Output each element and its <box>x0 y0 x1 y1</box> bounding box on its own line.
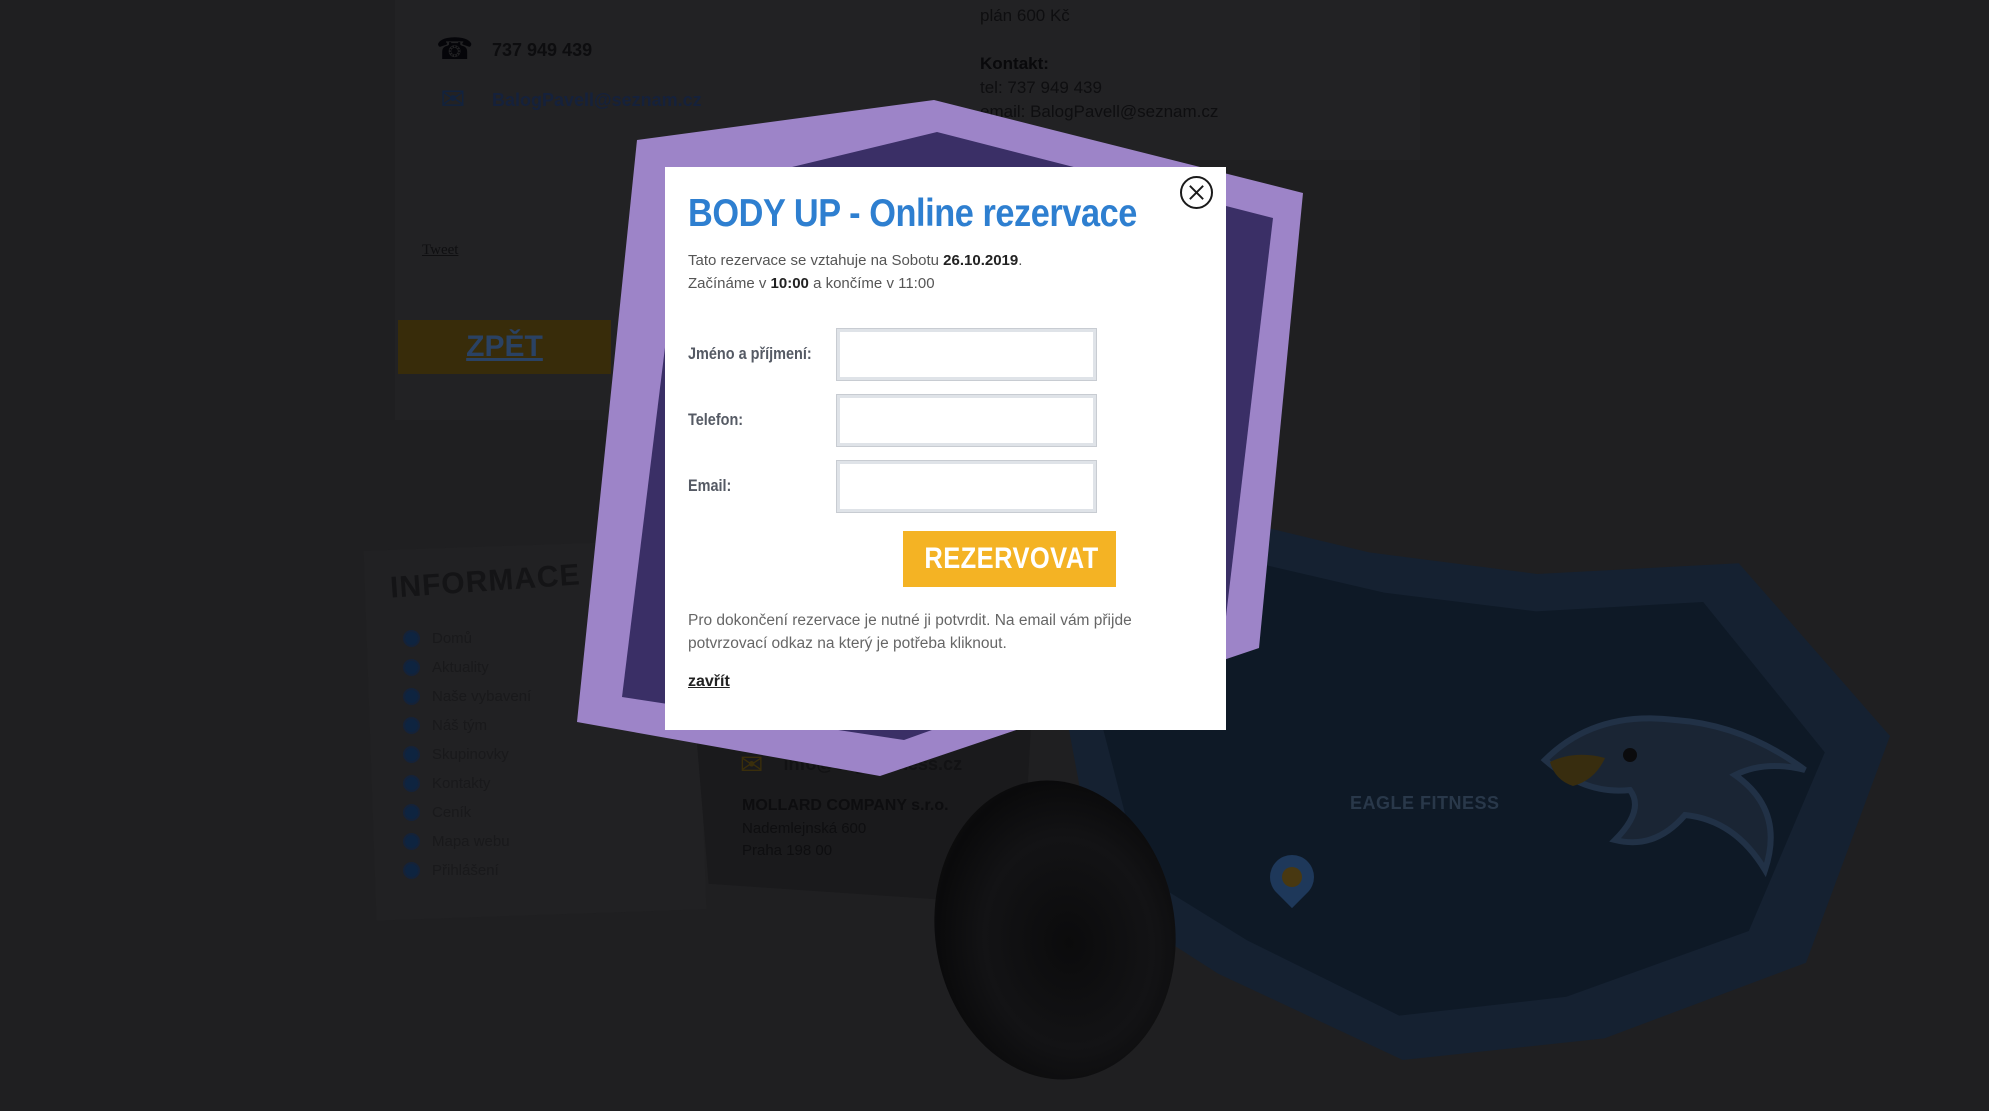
name-row: Jméno a příjmení: <box>688 321 1203 387</box>
name-field[interactable] <box>836 327 1097 381</box>
close-link[interactable]: zavřít <box>688 673 730 691</box>
reservation-info: Tato rezervace se vztahuje na Sobotu 26.… <box>688 249 1203 295</box>
email-field[interactable] <box>836 459 1097 513</box>
phone-row: Telefon: <box>688 387 1203 453</box>
email-row: Email: <box>688 453 1203 519</box>
end-time: 11:00 <box>898 275 935 292</box>
email-label: Email: <box>688 476 732 495</box>
reservation-modal: BODY UP - Online rezervace Tato rezervac… <box>665 167 1226 730</box>
reserve-button[interactable]: REZERVOVAT <box>903 531 1116 587</box>
reservation-form: Jméno a příjmení: Telefon: Email: REZERV… <box>688 321 1203 587</box>
modal-title: BODY UP - Online rezervace <box>688 192 1137 235</box>
close-button[interactable] <box>1180 176 1213 209</box>
reservation-date: 26.10.2019 <box>943 252 1019 269</box>
start-time: 10:00 <box>770 275 809 292</box>
name-label: Jméno a příjmení: <box>688 344 812 363</box>
submit-row: REZERVOVAT <box>903 531 1203 587</box>
close-icon <box>1189 185 1204 200</box>
reservation-date-line: Tato rezervace se vztahuje na Sobotu 26.… <box>688 252 1023 269</box>
phone-field[interactable] <box>836 393 1097 447</box>
reserve-button-label: REZERVOVAT <box>924 542 1099 575</box>
phone-label: Telefon: <box>688 410 744 429</box>
confirmation-note: Pro dokončení rezervace je nutné ji potv… <box>688 612 1132 652</box>
reservation-time-line: Začínáme v 10:00 a končíme v 11:00 <box>688 275 935 292</box>
